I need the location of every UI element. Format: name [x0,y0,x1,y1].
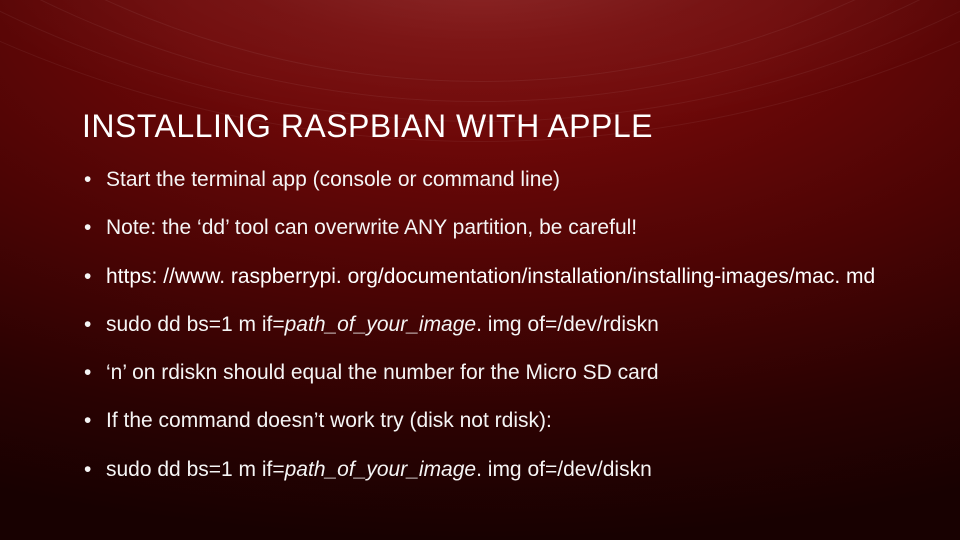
bullet-item: Start the terminal app (console or comma… [82,167,900,193]
bullet-italic: path_of_your_image [285,313,476,336]
bullet-text: Start the terminal app (console or comma… [106,168,560,191]
bullet-italic: path_of_your_image [285,458,476,481]
bullet-item: Note: the ‘dd’ tool can overwrite ANY pa… [82,215,900,241]
bullet-text: Note: the ‘dd’ tool can overwrite ANY pa… [106,216,637,239]
bullet-suffix: . img of=/dev/diskn [476,458,652,481]
bullet-list: Start the terminal app (console or comma… [82,167,900,483]
bullet-text: If the command doesn’t work try (disk no… [106,409,552,432]
bullet-item: If the command doesn’t work try (disk no… [82,408,900,434]
slide: INSTALLING RASPBIAN WITH APPLE Start the… [0,0,960,540]
bullet-text: ‘n’ on rdiskn should equal the number fo… [106,361,659,384]
bullet-prefix: sudo dd bs=1 m if= [106,458,285,481]
slide-title: INSTALLING RASPBIAN WITH APPLE [82,108,900,145]
bullet-suffix: . img of=/dev/rdiskn [476,313,659,336]
bullet-item: https: //www. raspberrypi. org/documenta… [82,264,900,290]
bullet-link-text: https: //www. raspberrypi. org/documenta… [106,265,875,288]
bullet-prefix: sudo dd bs=1 m if= [106,313,285,336]
decorative-arc [0,0,960,122]
bullet-item: sudo dd bs=1 m if=path_of_your_image. im… [82,312,900,338]
slide-content: INSTALLING RASPBIAN WITH APPLE Start the… [82,108,900,505]
bullet-item: sudo dd bs=1 m if=path_of_your_image. im… [82,457,900,483]
bullet-item: ‘n’ on rdiskn should equal the number fo… [82,360,900,386]
decorative-arc [0,0,960,102]
decorative-arc [0,0,960,82]
